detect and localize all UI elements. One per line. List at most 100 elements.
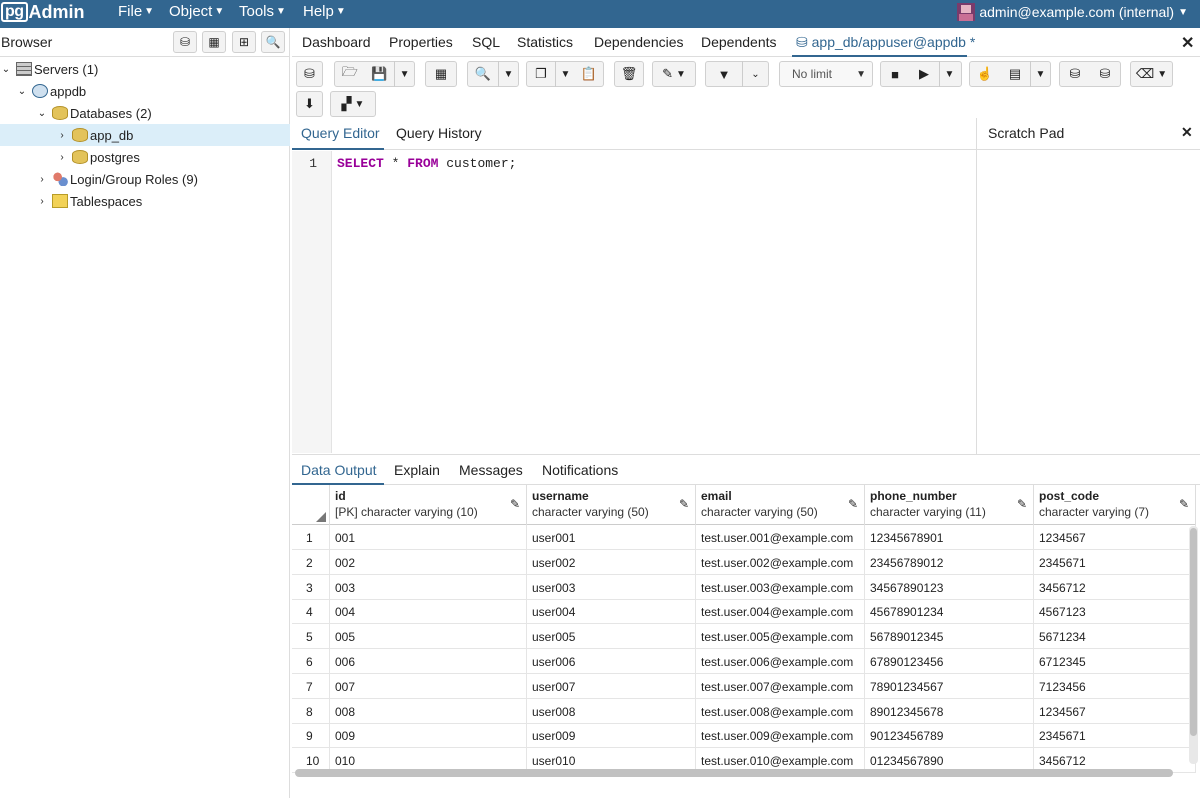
tree-node-databases[interactable]: ⌄ Databases (2) <box>0 102 290 124</box>
table-cell[interactable]: 6712345 <box>1034 649 1196 674</box>
vertical-scrollbar[interactable] <box>1189 526 1198 764</box>
menu-file[interactable]: File ▼ <box>118 3 154 20</box>
table-cell[interactable]: 2345671 <box>1034 723 1196 749</box>
sql-editor[interactable]: SELECT * FROM customer; <box>337 156 516 171</box>
table-cell[interactable]: user007 <box>527 673 696 699</box>
table-cell[interactable]: user001 <box>527 525 696 550</box>
tree-node-appdb-server[interactable]: ⌄ appdb <box>0 80 290 102</box>
clear-menu-button[interactable]: ⌫ ▼ <box>1130 61 1173 87</box>
table-cell[interactable]: 67890123456 <box>865 649 1034 674</box>
delete-rows-button[interactable]: 🗑 <box>614 61 644 87</box>
close-tab-icon[interactable]: ✕ <box>1181 33 1194 53</box>
select-all-corner[interactable] <box>292 485 330 525</box>
tree-node-tablespaces[interactable]: › Tablespaces <box>0 190 290 212</box>
table-cell[interactable]: user009 <box>527 723 696 749</box>
tab-messages[interactable]: Messages <box>459 462 523 478</box>
table-cell[interactable]: user008 <box>527 698 696 724</box>
close-icon[interactable]: ✕ <box>1181 124 1193 141</box>
table-cell[interactable]: 005 <box>330 624 527 650</box>
table-cell[interactable]: 90123456789 <box>865 723 1034 749</box>
tab-query-editor[interactable]: Query Editor <box>301 125 380 141</box>
table-cell[interactable]: test.user.009@example.com <box>696 723 865 749</box>
explain-toolbar-group[interactable]: ☝ ▤ ▼ <box>969 61 1051 87</box>
explain-analyze-icon[interactable]: ▤ <box>1000 66 1030 82</box>
tab-notifications[interactable]: Notifications <box>542 462 618 478</box>
tree-node-postgres[interactable]: › postgres <box>0 146 290 168</box>
edit-grid-button[interactable]: ▦ <box>425 61 457 87</box>
chevron-down-icon[interactable]: ▼ <box>939 61 959 87</box>
edit-menu-button[interactable]: ✎ ▼ <box>652 61 696 87</box>
table-cell[interactable]: 23456789012 <box>865 549 1034 575</box>
chevron-down-icon[interactable]: ▼ <box>394 61 414 87</box>
tab-dependents[interactable]: Dependents <box>701 34 777 50</box>
macros-menu-button[interactable]: ▞ ▼ <box>330 91 376 117</box>
filter-toolbar-group[interactable]: ▼ ⌄ <box>705 61 769 87</box>
table-row[interactable]: 3 003 user003 test.user.003@example.com 3456… <box>292 574 1196 600</box>
object-explorer-button[interactable]: ⛁ <box>173 31 197 53</box>
table-cell[interactable]: 78901234567 <box>865 673 1034 699</box>
tab-data-output[interactable]: Data Output <box>301 462 377 478</box>
copy-paste-toolbar-group[interactable]: ❐ ▼ 📋 <box>526 61 604 87</box>
chevron-down-icon[interactable]: ▼ <box>1030 61 1050 87</box>
table-cell[interactable]: 3456712 <box>1034 574 1196 600</box>
table-cell[interactable]: 008 <box>330 698 527 724</box>
menu-object[interactable]: Object ▼ <box>169 3 224 20</box>
table-cell[interactable]: 1234567 <box>1034 525 1196 550</box>
object-explorer-toolbar-button[interactable]: ⛁ <box>296 61 323 87</box>
chevron-down-icon[interactable]: ▼ <box>555 61 575 87</box>
rollback-icon[interactable]: ⛁ <box>1090 66 1120 82</box>
edit-pencil-icon[interactable]: ✎ <box>510 497 520 511</box>
view-data-button[interactable]: ▦ <box>202 31 226 53</box>
execute-play-icon[interactable]: ▶ <box>909 66 939 82</box>
commit-icon[interactable]: ⛁ <box>1060 66 1090 82</box>
tree-node-app-db[interactable]: › app_db <box>0 124 290 146</box>
file-toolbar-group[interactable]: 🗁 💾 ▼ <box>334 61 415 87</box>
find-toolbar-group[interactable]: 🔍 ▼ <box>467 61 519 87</box>
menu-tools[interactable]: Tools ▼ <box>239 3 286 20</box>
search-objects-button[interactable]: 🔍 <box>261 31 285 53</box>
column-header-id[interactable]: id [PK] character varying (10) ✎ <box>330 485 527 525</box>
table-cell[interactable]: test.user.003@example.com <box>696 574 865 600</box>
table-row[interactable]: 7 007 user007 test.user.007@example.com 7890… <box>292 673 1196 699</box>
table-row[interactable]: 9 009 user009 test.user.009@example.com 9012… <box>292 723 1196 749</box>
table-cell[interactable]: 1234567 <box>1034 698 1196 724</box>
save-icon[interactable]: 💾 <box>365 66 395 82</box>
table-cell[interactable]: user005 <box>527 624 696 650</box>
table-cell[interactable]: test.user.006@example.com <box>696 649 865 674</box>
tab-query-tool[interactable]: ⛁ app_db/appuser@appdb * <box>796 34 975 51</box>
table-row[interactable]: 1 001 user001 test.user.001@example.com 1234… <box>292 525 1196 550</box>
filter-icon[interactable]: ▼ <box>706 67 742 82</box>
table-cell[interactable]: test.user.001@example.com <box>696 525 865 550</box>
user-menu[interactable]: admin@example.com (internal) ▼ <box>957 3 1188 21</box>
column-header-username[interactable]: username character varying (50) ✎ <box>527 485 696 525</box>
chevron-down-icon[interactable]: ⌄ <box>0 64 12 75</box>
open-folder-icon[interactable]: 🗁 <box>335 63 365 85</box>
edit-pencil-icon[interactable]: ✎ <box>679 497 689 511</box>
table-cell[interactable]: test.user.008@example.com <box>696 698 865 724</box>
table-cell[interactable]: 2345671 <box>1034 549 1196 575</box>
tab-properties[interactable]: Properties <box>389 34 453 50</box>
table-cell[interactable]: 34567890123 <box>865 574 1034 600</box>
download-button[interactable]: ⬇ <box>296 91 323 117</box>
table-cell[interactable]: 7123456 <box>1034 673 1196 699</box>
edit-pencil-icon[interactable]: ✎ <box>848 497 858 511</box>
table-cell[interactable]: 89012345678 <box>865 698 1034 724</box>
table-cell[interactable]: test.user.004@example.com <box>696 599 865 625</box>
horizontal-scrollbar[interactable] <box>295 769 1173 777</box>
chevron-down-icon[interactable]: ⌄ <box>742 61 768 87</box>
table-cell[interactable]: user006 <box>527 649 696 674</box>
execution-toolbar-group[interactable]: ■ ▶ ▼ <box>880 61 962 87</box>
table-cell[interactable]: test.user.005@example.com <box>696 624 865 650</box>
table-cell[interactable]: 003 <box>330 574 527 600</box>
chevron-down-icon[interactable]: ⌄ <box>36 108 48 119</box>
table-cell[interactable]: 56789012345 <box>865 624 1034 650</box>
table-cell[interactable]: test.user.007@example.com <box>696 673 865 699</box>
table-cell[interactable]: 5671234 <box>1034 624 1196 650</box>
tab-dependencies[interactable]: Dependencies <box>594 34 684 50</box>
row-limit-select[interactable]: No limit ▼ <box>779 61 873 87</box>
tab-dashboard[interactable]: Dashboard <box>302 34 371 50</box>
chevron-right-icon[interactable]: › <box>56 130 68 141</box>
copy-icon[interactable]: ❐ <box>527 66 555 82</box>
table-cell[interactable]: 004 <box>330 599 527 625</box>
table-cell[interactable]: 4567123 <box>1034 599 1196 625</box>
